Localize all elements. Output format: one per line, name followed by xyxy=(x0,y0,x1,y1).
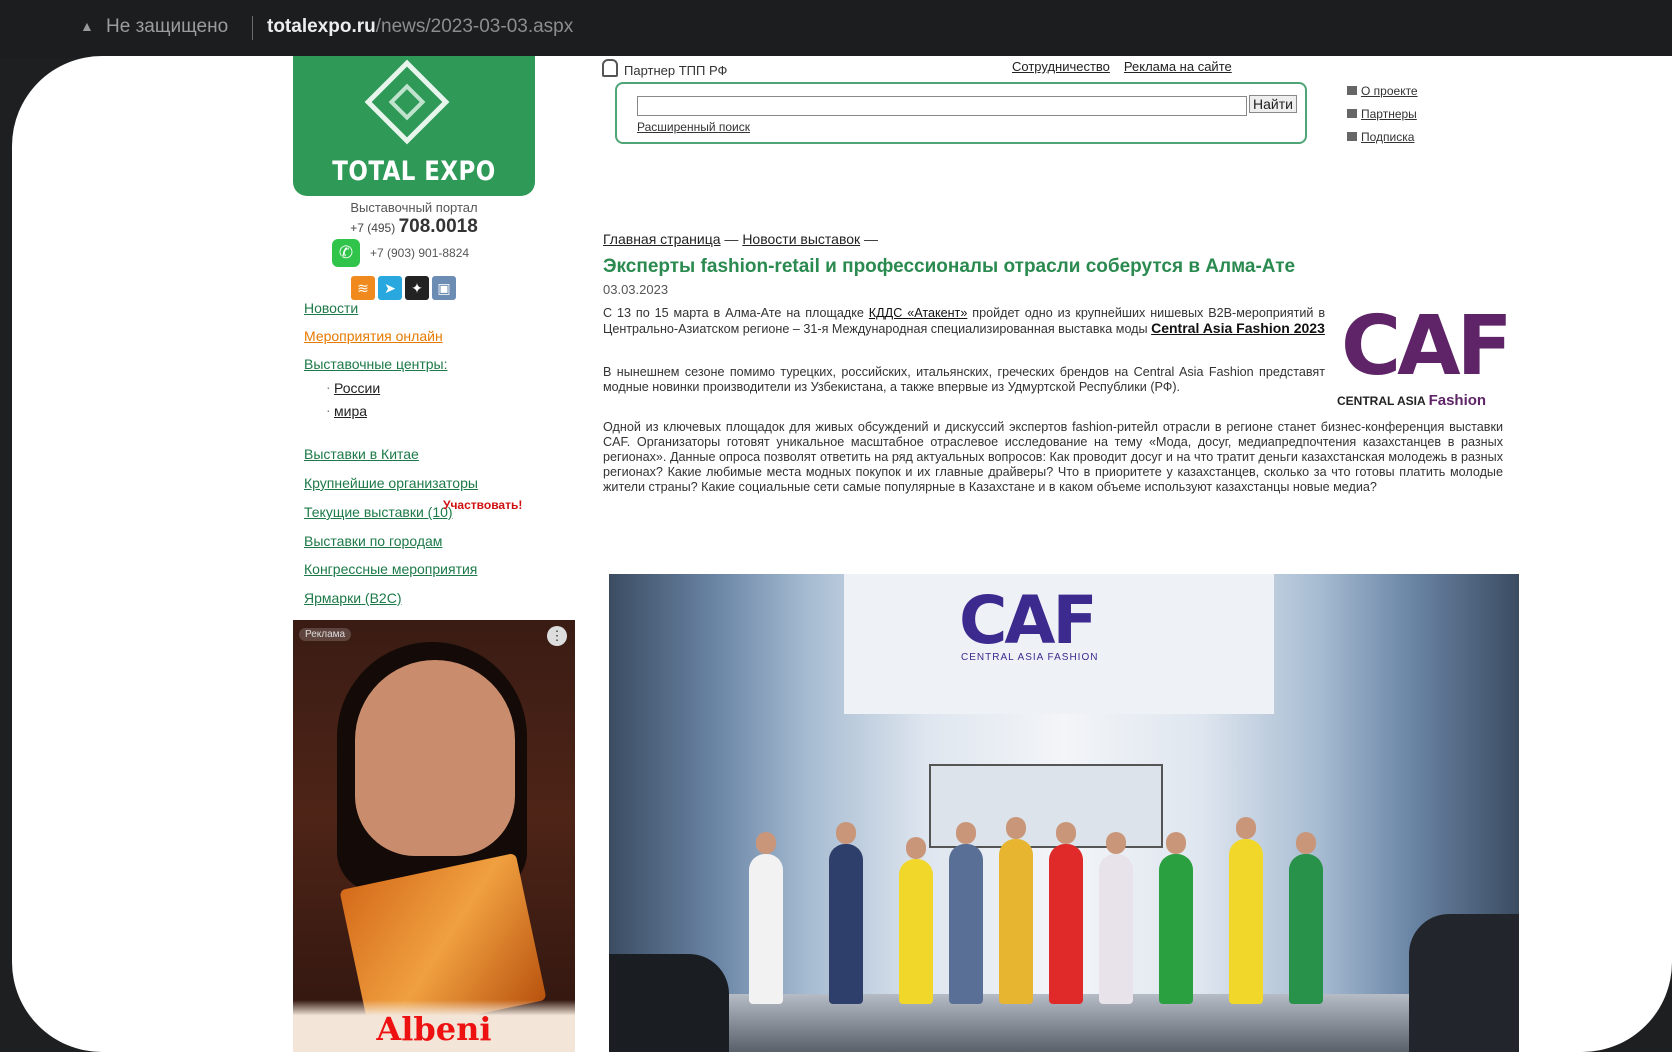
portal-caption: Выставочный портал xyxy=(350,200,478,215)
nav-china-exhibitions[interactable]: Выставки в Китае xyxy=(304,446,419,462)
model-figure xyxy=(1159,832,1193,1004)
ad-info-icon[interactable]: ⋮ xyxy=(547,626,567,646)
right-link-item: Партнеры xyxy=(1347,107,1417,121)
whatsapp-icon[interactable]: ✆ xyxy=(332,239,360,267)
bullet: · xyxy=(326,402,331,418)
caf-logo-subtitle: CENTRAL ASIA Fashion xyxy=(1337,392,1486,409)
whatsapp-phone: +7 (903) 901-8824 xyxy=(370,246,470,260)
ad-brand: Albeni xyxy=(293,1000,575,1052)
nav-fairs[interactable]: Ярмарки (B2C) xyxy=(304,590,402,606)
model-figure xyxy=(999,817,1033,1004)
square-icon xyxy=(1347,86,1357,95)
search-input[interactable] xyxy=(637,96,1247,116)
site-logo[interactable]: TOTAL EXPO xyxy=(293,56,535,196)
nav-exhibition-centers[interactable]: Выставочные центры: xyxy=(304,356,448,372)
square-icon xyxy=(1347,109,1357,118)
phone-number: 708.0018 xyxy=(398,216,478,237)
trophy-icon xyxy=(602,59,618,77)
url-field[interactable]: totalexpo.ru/news/2023-03-03.aspx xyxy=(267,16,573,38)
photo-caf-subtitle: CENTRAL ASIA FASHION xyxy=(961,652,1099,663)
nav-current-exhibitions[interactable]: Текущие выставки (10) xyxy=(304,504,453,520)
article-photo: CAF CENTRAL ASIA FASHION xyxy=(609,574,1519,1052)
url-path: /news/2023-03-03.aspx xyxy=(375,16,574,37)
main-phone: +7 (495) 708.0018 xyxy=(293,216,535,238)
vk-icon[interactable]: ▣ xyxy=(432,276,456,300)
partner-label: Партнер ТПП РФ xyxy=(602,59,727,78)
photo-models xyxy=(749,794,1409,1024)
nav-by-city[interactable]: Выставки по городам xyxy=(304,533,442,549)
article-paragraph: Одной из ключевых площадок для живых обс… xyxy=(603,420,1503,494)
ad-label: Реклама xyxy=(299,628,352,641)
article-date: 03.03.2023 xyxy=(603,282,669,297)
browser-address-bar: ▲ Не защищено totalexpo.ru/news/2023-03-… xyxy=(0,0,1672,58)
nav-news[interactable]: Новости xyxy=(304,300,358,316)
exhibition-link[interactable]: Central Asia Fashion 2023 xyxy=(1151,320,1325,336)
article-paragraph: В нынешнем сезоне помимо турецких, росси… xyxy=(603,365,1325,394)
square-icon xyxy=(1347,132,1357,141)
right-link-item: О проекте xyxy=(1347,84,1418,98)
phone-prefix: +7 (495) xyxy=(350,221,396,235)
caf-logo-sub: CENTRAL ASIA xyxy=(1337,394,1426,408)
nav-organizers[interactable]: Крупнейшие организаторы xyxy=(304,475,478,491)
model-figure xyxy=(749,832,783,1004)
venue-link[interactable]: КДДС «Атакент» xyxy=(869,306,968,320)
model-figure xyxy=(1049,822,1083,1004)
logo-diamond-icon xyxy=(364,59,450,145)
url-host: totalexpo.ru xyxy=(267,16,376,37)
partner-text: Партнер ТПП РФ xyxy=(624,63,728,78)
page: TOTAL EXPO Выставочный портал +7 (495) 7… xyxy=(12,56,1672,1052)
about-link[interactable]: О проекте xyxy=(1361,84,1418,98)
ad-model-face xyxy=(355,660,515,856)
telegram-icon[interactable]: ➤ xyxy=(378,276,402,300)
rss-icon[interactable]: ≋ xyxy=(351,276,375,300)
subscribe-link[interactable]: Подписка xyxy=(1361,130,1414,144)
breadcrumb-home[interactable]: Главная страница xyxy=(603,231,721,247)
security-status[interactable]: Не защищено xyxy=(106,16,228,38)
article-title: Эксперты fashion-retail и профессионалы … xyxy=(603,256,1296,277)
advertising-link[interactable]: Реклама на сайте xyxy=(1124,59,1232,74)
breadcrumb-news[interactable]: Новости выставок xyxy=(742,231,860,247)
model-figure xyxy=(829,822,863,1004)
ad-banner[interactable]: Реклама ⋮ Albeni xyxy=(293,620,575,1052)
caf-logo-text: CAF xyxy=(1341,299,1513,394)
paragraph-text: С 13 по 15 марта в Алма-Ате на площадке xyxy=(603,306,869,320)
divider xyxy=(252,16,253,40)
partners-link[interactable]: Партнеры xyxy=(1361,107,1417,121)
model-figure xyxy=(1229,817,1263,1004)
model-figure xyxy=(1099,832,1133,1004)
caf-logo-fashion: Fashion xyxy=(1428,392,1487,409)
bullet: · xyxy=(326,379,331,395)
search-box: Найти Расширенный поиск xyxy=(615,82,1307,144)
photo-audience-right xyxy=(1409,914,1519,1052)
advanced-search-link[interactable]: Расширенный поиск xyxy=(637,120,750,134)
nav-online-events[interactable]: Мероприятия онлайн xyxy=(304,328,443,344)
warning-icon[interactable]: ▲ xyxy=(80,18,94,34)
right-link-item: Подписка xyxy=(1347,130,1414,144)
nav-centers-russia[interactable]: России xyxy=(334,380,380,396)
article-paragraph: С 13 по 15 марта в Алма-Ате на площадке … xyxy=(603,306,1325,337)
cooperation-link[interactable]: Сотрудничество xyxy=(1012,59,1110,74)
logo-text: TOTAL EXPO xyxy=(332,156,496,187)
nav-centers-world[interactable]: мира xyxy=(334,403,367,419)
photo-caf-logo: CAF xyxy=(959,582,1098,659)
photo-audience-left xyxy=(609,954,729,1052)
breadcrumb: Главная страница — Новости выставок — xyxy=(603,231,879,247)
social-links: ≋ ➤ ✦ ▣ xyxy=(351,276,459,300)
nav-congress[interactable]: Конгрессные мероприятия xyxy=(304,561,477,577)
caf-logo: CAF CENTRAL ASIA Fashion xyxy=(1337,299,1513,412)
model-figure xyxy=(949,822,983,1004)
model-figure xyxy=(1289,832,1323,1004)
dzen-icon[interactable]: ✦ xyxy=(405,276,429,300)
model-figure xyxy=(899,837,933,1004)
page-viewport: TOTAL EXPO Выставочный портал +7 (495) 7… xyxy=(12,56,1672,1052)
search-button[interactable]: Найти xyxy=(1249,95,1297,113)
top-links: Сотрудничество Реклама на сайте xyxy=(1012,59,1246,74)
participate-label[interactable]: Участвовать! xyxy=(443,498,522,512)
